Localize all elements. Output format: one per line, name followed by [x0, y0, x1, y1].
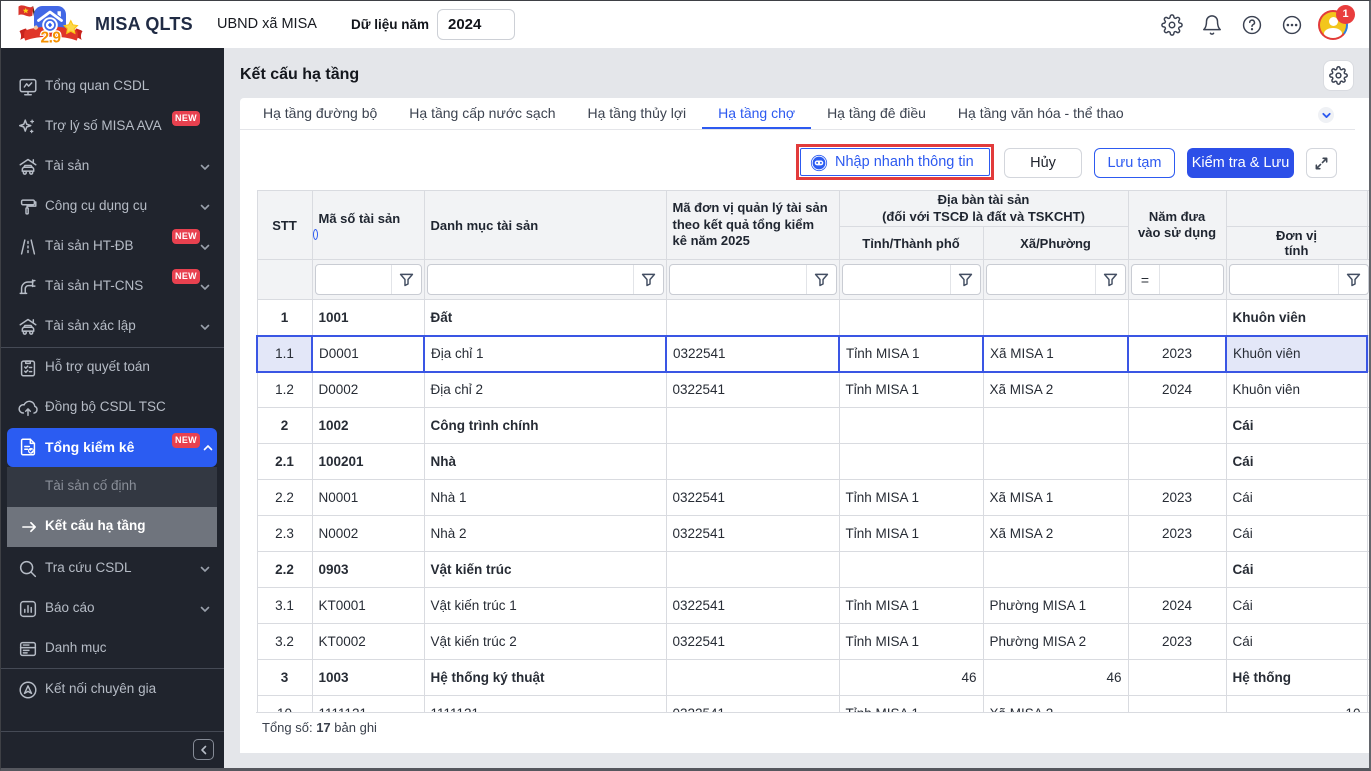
- svg-text:2.9: 2.9: [40, 30, 61, 47]
